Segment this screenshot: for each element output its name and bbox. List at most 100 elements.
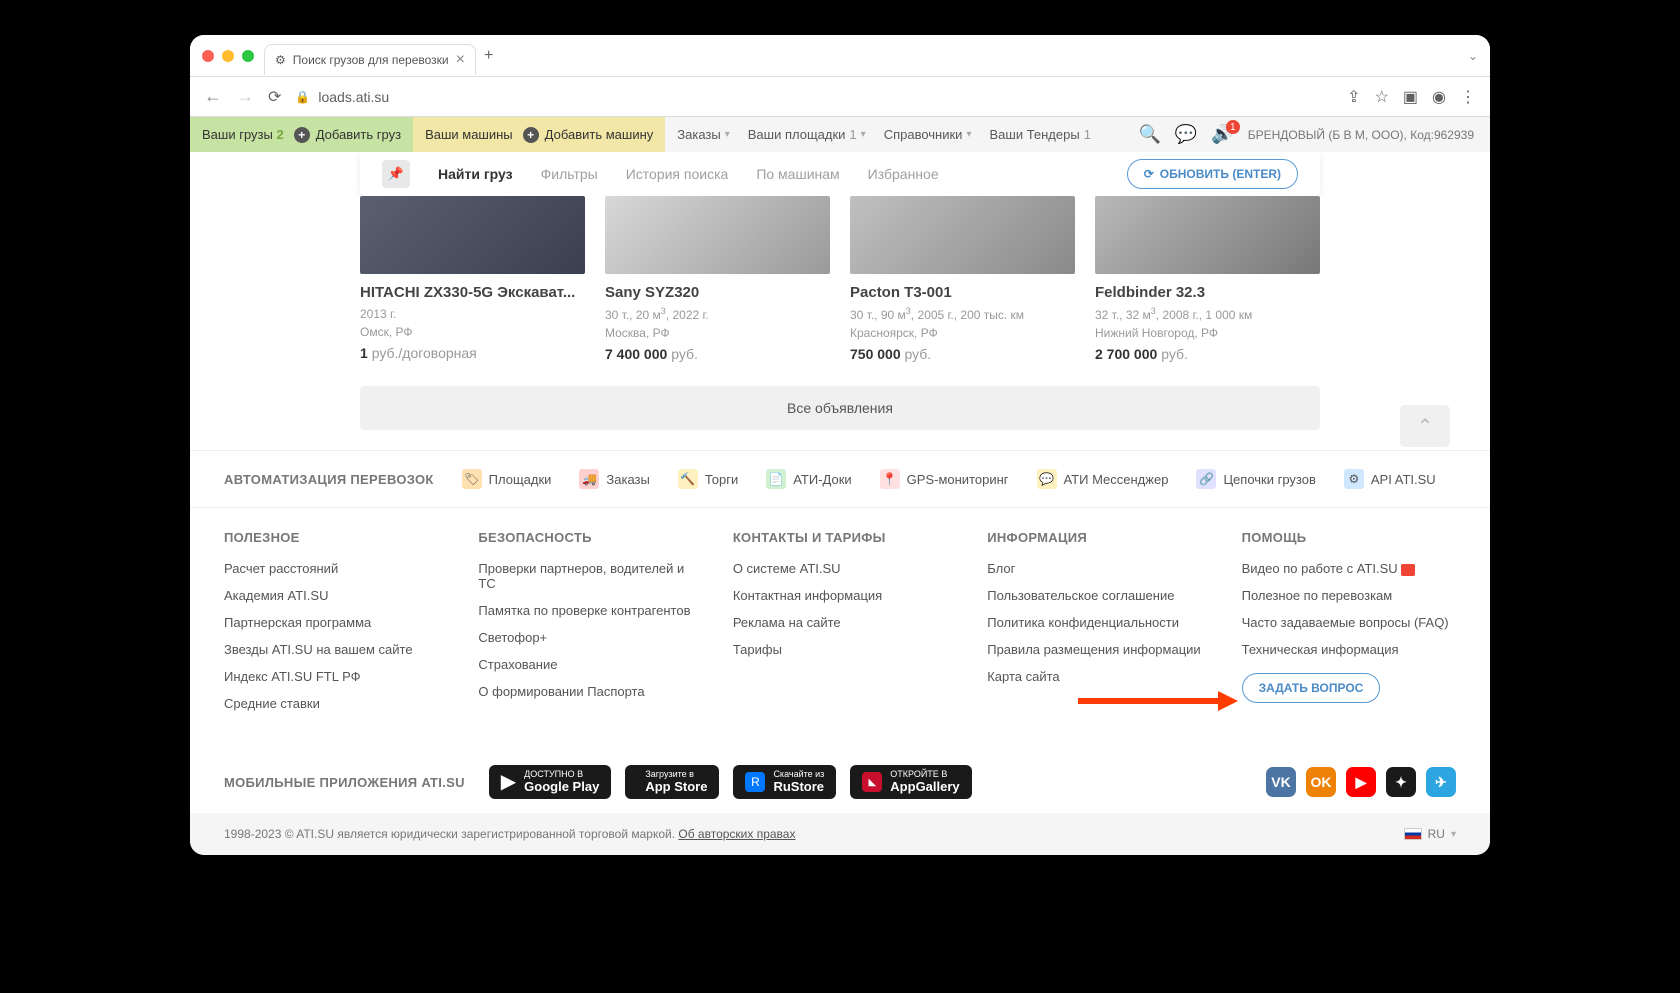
footer-link[interactable]: Карта сайта	[987, 669, 1201, 684]
footer-link[interactable]: Памятка по проверке контрагентов	[478, 603, 692, 618]
maximize-window[interactable]	[242, 50, 254, 62]
notifications-icon[interactable]: 🔊1	[1211, 124, 1233, 145]
automation-docs[interactable]: 📄АТИ-Доки	[766, 469, 851, 489]
footer-heading: ПОМОЩЬ	[1242, 530, 1456, 545]
automation-auctions[interactable]: 🔨Торги	[678, 469, 738, 489]
automation-gps[interactable]: 📍GPS-мониторинг	[880, 469, 1009, 489]
appgallery-button[interactable]: ◣ОТКРОЙТЕ ВAppGallery	[850, 765, 971, 799]
listing-card[interactable]: Sany SYZ320 30 т., 20 м3, 2022 г.Москва,…	[605, 196, 830, 362]
footer-link[interactable]: Проверки партнеров, водителей и ТС	[478, 561, 692, 591]
back-button[interactable]: ←	[204, 86, 222, 107]
platforms-dropdown[interactable]: Ваши площадки 1 ▾	[748, 127, 866, 142]
pin-icon[interactable]: 📌	[382, 160, 410, 188]
browser-tab[interactable]: ⚙ Поиск грузов для перевозки ×	[264, 44, 476, 75]
menu-icon[interactable]: ⋮	[1460, 87, 1476, 107]
lock-icon: 🔒	[295, 90, 310, 104]
close-window[interactable]	[202, 50, 214, 62]
apps-row: МОБИЛЬНЫЕ ПРИЛОЖЕНИЯ ATI.SU ▶ДОСТУПНО ВG…	[190, 751, 1490, 813]
footer-link[interactable]: Расчет расстояний	[224, 561, 438, 576]
brand-label[interactable]: БРЕНДОВЫЙ (Б В М, ООО), Код:962939	[1248, 128, 1474, 142]
language-switcher[interactable]: RU▾	[1404, 827, 1456, 841]
footer-link[interactable]: Светофор+	[478, 630, 692, 645]
footer: ПОЛЕЗНОЕ Расчет расстояний Академия ATI.…	[190, 507, 1490, 751]
telegram-icon[interactable]: ✈	[1426, 767, 1456, 797]
your-cars-link[interactable]: Ваши машины	[425, 127, 513, 142]
footer-link[interactable]: Политика конфиденциальности	[987, 615, 1201, 630]
footer-link[interactable]: Средние ставки	[224, 696, 438, 711]
automation-orders[interactable]: 🚚Заказы	[579, 469, 649, 489]
footer-link[interactable]: Звезды ATI.SU на вашем сайте	[224, 642, 438, 657]
listing-card[interactable]: Pacton T3-001 30 т., 90 м3, 2005 г., 200…	[850, 196, 1075, 362]
footer-link[interactable]: Контактная информация	[733, 588, 947, 603]
add-load-button[interactable]: +Добавить груз	[294, 127, 401, 143]
footer-link[interactable]: Реклама на сайте	[733, 615, 947, 630]
youtube-icon[interactable]: ▶	[1346, 767, 1376, 797]
scroll-top-button[interactable]: ⌃	[1400, 405, 1450, 447]
your-loads-link[interactable]: Ваши грузы 2	[202, 127, 284, 142]
copyright: 1998-2023 © ATI.SU является юридически з…	[224, 827, 795, 841]
footer-link[interactable]: Видео по работе с ATI.SU	[1242, 561, 1456, 576]
automation-messenger[interactable]: 💬АТИ Мессенджер	[1037, 469, 1169, 489]
listing-title: Feldbinder 32.3	[1095, 284, 1320, 301]
guides-dropdown[interactable]: Справочники▾	[884, 127, 972, 142]
url-field[interactable]: 🔒 loads.ati.su	[295, 89, 1333, 105]
annotation-arrow	[1078, 689, 1238, 713]
automation-api[interactable]: ⚙API ATI.SU	[1344, 469, 1436, 489]
footer-link[interactable]: Часто задаваемые вопросы (FAQ)	[1242, 615, 1456, 630]
listing-image	[605, 196, 830, 274]
filters-tab[interactable]: Фильтры	[541, 166, 598, 182]
share-icon[interactable]: ⇪	[1347, 87, 1360, 107]
close-tab-icon[interactable]: ×	[456, 51, 465, 69]
dzen-icon[interactable]: ✦	[1386, 767, 1416, 797]
footer-link[interactable]: О системе ATI.SU	[733, 561, 947, 576]
footer-link[interactable]: Полезное по перевозкам	[1242, 588, 1456, 603]
footer-link[interactable]: Пользовательское соглашение	[987, 588, 1201, 603]
footer-heading: ПОЛЕЗНОЕ	[224, 530, 438, 545]
automation-title: АВТОМАТИЗАЦИЯ ПЕРЕВОЗОК	[224, 472, 434, 487]
new-tab-button[interactable]: +	[484, 47, 493, 65]
tab-title: Поиск грузов для перевозки	[293, 53, 449, 67]
add-car-button[interactable]: +Добавить машину	[523, 127, 654, 143]
listing-card[interactable]: HITACHI ZX330-5G Экскават... 2013 г.Омск…	[360, 196, 585, 362]
rustore-button[interactable]: RСкачайте изRuStore	[733, 765, 836, 799]
search-icon[interactable]: 🔍	[1138, 124, 1160, 145]
listing-card[interactable]: Feldbinder 32.3 32 т., 32 м3, 2008 г., 1…	[1095, 196, 1320, 362]
all-listings-button[interactable]: Все объявления	[360, 386, 1320, 430]
favorites-tab[interactable]: Избранное	[868, 166, 939, 182]
footer-link[interactable]: О формировании Паспорта	[478, 684, 692, 699]
footer-link[interactable]: Академия ATI.SU	[224, 588, 438, 603]
profile-icon[interactable]: ◉	[1432, 87, 1446, 107]
footer-link[interactable]: Партнерская программа	[224, 615, 438, 630]
automation-chains[interactable]: 🔗Цепочки грузов	[1196, 469, 1315, 489]
footer-link[interactable]: Блог	[987, 561, 1201, 576]
tenders-link[interactable]: Ваши Тендеры 1	[989, 127, 1090, 142]
bookmark-icon[interactable]: ☆	[1375, 87, 1389, 107]
footer-link[interactable]: Техническая информация	[1242, 642, 1456, 657]
refresh-button[interactable]: ⟳ОБНОВИТЬ (ENTER)	[1127, 159, 1298, 189]
tabs-menu-icon[interactable]: ⌄	[1468, 49, 1478, 63]
chat-icon[interactable]: 💬	[1175, 124, 1197, 145]
footer-link[interactable]: Индекс ATI.SU FTL РФ	[224, 669, 438, 684]
copyright-link[interactable]: Об авторских правах	[678, 827, 795, 841]
by-cars-tab[interactable]: По машинам	[756, 166, 839, 182]
listing-price: 2 700 000 руб.	[1095, 346, 1320, 362]
listing-title: Pacton T3-001	[850, 284, 1075, 301]
footer-link[interactable]: Тарифы	[733, 642, 947, 657]
google-play-button[interactable]: ▶ДОСТУПНО ВGoogle Play	[489, 765, 612, 799]
ask-question-button[interactable]: ЗАДАТЬ ВОПРОС	[1242, 673, 1381, 703]
ok-icon[interactable]: OK	[1306, 767, 1336, 797]
forward-button[interactable]: →	[236, 86, 254, 107]
orders-dropdown[interactable]: Заказы▾	[677, 127, 729, 142]
footer-link[interactable]: Страхование	[478, 657, 692, 672]
find-load-tab[interactable]: Найти груз	[438, 166, 513, 182]
vk-icon[interactable]: VK	[1266, 767, 1296, 797]
minimize-window[interactable]	[222, 50, 234, 62]
history-tab[interactable]: История поиска	[626, 166, 729, 182]
automation-platforms[interactable]: 🏷Площадки	[462, 469, 552, 489]
search-subbar: 📌 Найти груз Фильтры История поиска По м…	[360, 152, 1320, 196]
panel-icon[interactable]: ▣	[1403, 87, 1418, 107]
ru-flag-icon	[1404, 828, 1422, 840]
app-store-button[interactable]: Загрузите вApp Store	[625, 765, 719, 799]
reload-button[interactable]: ⟳	[268, 87, 281, 107]
footer-link[interactable]: Правила размещения информации	[987, 642, 1201, 657]
